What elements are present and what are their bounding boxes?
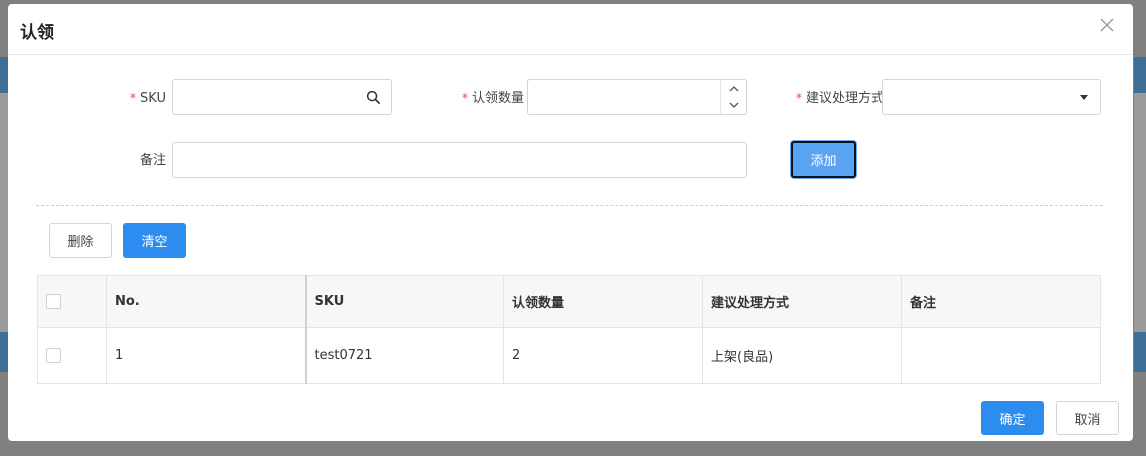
quantity-stepper[interactable] bbox=[720, 80, 746, 114]
qty-label-text: 认领数量 bbox=[471, 91, 524, 106]
method-label-text: 建议处理方式 bbox=[805, 91, 884, 106]
column-header-method: 建议处理方式 bbox=[702, 275, 902, 328]
column-header-qty: 认领数量 bbox=[503, 275, 703, 328]
close-icon[interactable] bbox=[1099, 17, 1115, 33]
cell-qty: 2 bbox=[503, 327, 703, 384]
cell-sku: test0721 bbox=[305, 327, 504, 384]
column-header-remark: 备注 bbox=[901, 275, 1101, 328]
add-button[interactable]: 添加 bbox=[791, 141, 856, 178]
cancel-button[interactable]: 取消 bbox=[1056, 401, 1119, 435]
method-label: * 建议处理方式 bbox=[774, 80, 884, 116]
required-mark: * bbox=[130, 91, 137, 105]
chevron-down-icon[interactable] bbox=[721, 97, 746, 114]
remark-label: 备注 bbox=[139, 153, 166, 168]
search-icon[interactable] bbox=[366, 90, 381, 105]
sku-label-text: SKU bbox=[140, 91, 166, 106]
background-bar bbox=[1134, 332, 1146, 372]
background-bar bbox=[1134, 57, 1146, 93]
required-mark: * bbox=[795, 91, 802, 105]
table-header-row: No. SKU 认领数量 建议处理方式 备注 bbox=[37, 275, 1101, 328]
claim-modal: 认领 * SKU * 认领数量 * 建议处理方式 备注 添加 删除 清空 No.… bbox=[8, 4, 1133, 441]
cell-no: 1 bbox=[106, 327, 307, 384]
select-all-cell bbox=[37, 275, 107, 328]
background-panel bbox=[1134, 93, 1146, 333]
sku-input-wrapper[interactable] bbox=[172, 79, 392, 115]
column-header-sku: SKU bbox=[305, 275, 504, 328]
caret-down-icon[interactable] bbox=[1080, 95, 1088, 100]
delete-button[interactable]: 删除 bbox=[49, 223, 112, 258]
claim-table: No. SKU 认领数量 建议处理方式 备注 1 test0721 2 上架(良… bbox=[37, 275, 1101, 384]
clear-button[interactable]: 清空 bbox=[123, 223, 186, 258]
method-select[interactable] bbox=[882, 79, 1101, 115]
sku-label: * SKU bbox=[108, 80, 166, 116]
chevron-up-icon[interactable] bbox=[721, 80, 746, 97]
background-panel bbox=[0, 93, 8, 333]
section-divider bbox=[36, 205, 1103, 206]
qty-label: * 认领数量 bbox=[444, 80, 524, 116]
confirm-button[interactable]: 确定 bbox=[981, 401, 1044, 435]
background-bar bbox=[0, 57, 8, 93]
column-header-no: No. bbox=[106, 275, 307, 328]
background-bar bbox=[0, 332, 8, 372]
row-select-cell bbox=[37, 327, 107, 384]
select-all-checkbox[interactable] bbox=[46, 294, 61, 309]
required-mark: * bbox=[461, 91, 468, 105]
modal-header: 认领 bbox=[8, 4, 1133, 55]
cell-remark bbox=[901, 327, 1101, 384]
qty-input[interactable] bbox=[527, 79, 747, 115]
cell-method: 上架(良品) bbox=[702, 327, 902, 384]
row-checkbox[interactable] bbox=[46, 348, 61, 363]
remark-input[interactable] bbox=[172, 142, 747, 178]
modal-title: 认领 bbox=[20, 23, 54, 43]
table-row[interactable]: 1 test0721 2 上架(良品) bbox=[37, 327, 1101, 384]
